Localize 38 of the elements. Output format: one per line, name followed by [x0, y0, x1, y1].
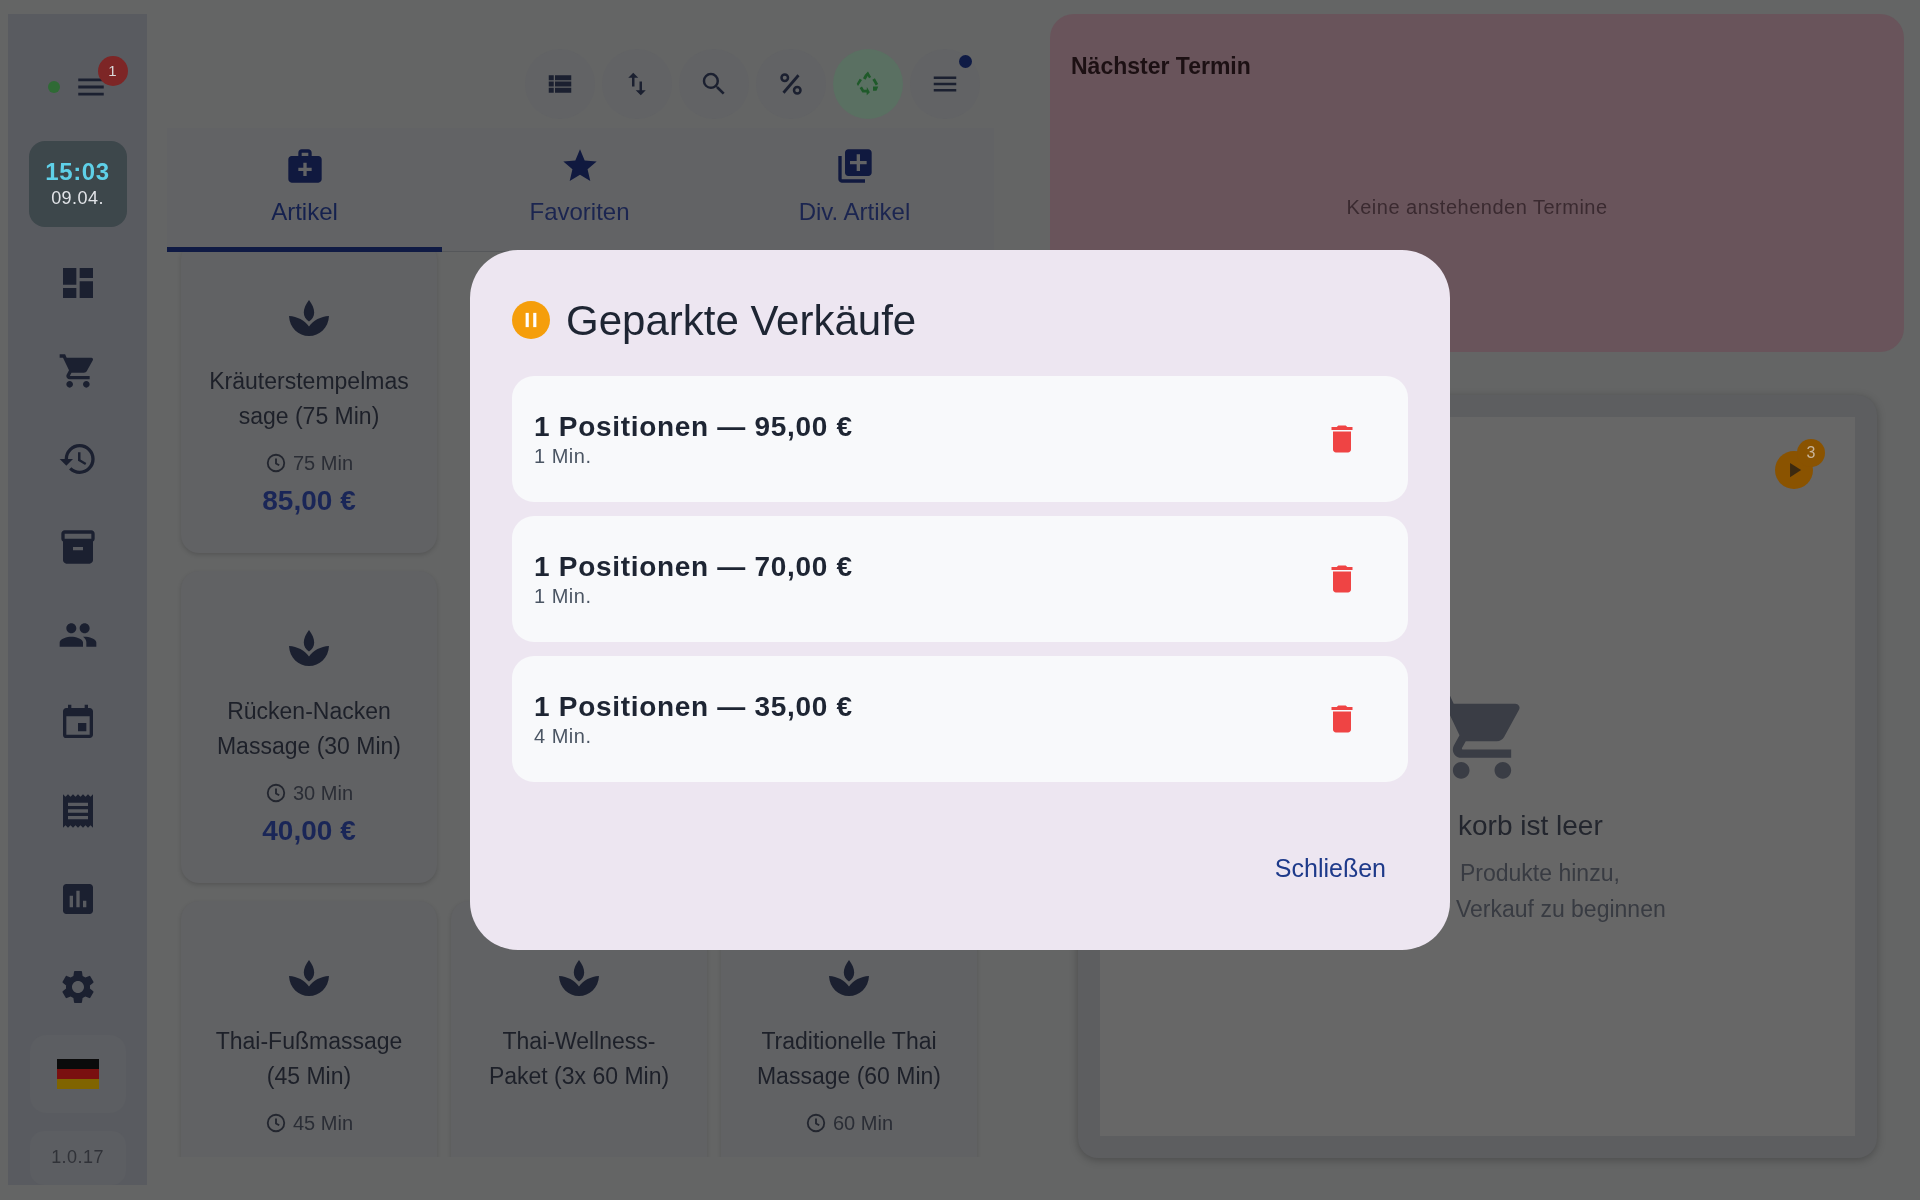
parked-sale-row[interactable]: 1 Positionen — 35,00 € 4 Min. [512, 656, 1408, 782]
product-duration: 30 Min [293, 781, 353, 806]
count-badge: 3 [1797, 439, 1825, 467]
sale-age: 1 Min. [534, 584, 593, 608]
product-name: Rücken-Nacken Massage (30 Min) [215, 697, 403, 761]
product-card[interactable]: Rücken-Nacken Massage (30 Min) 30 Min 40,00 € [181, 571, 437, 883]
product-price: 85,00 € [262, 484, 356, 518]
tab[interactable]: Div. Artikel [717, 128, 992, 252]
clock-time: 15:03 [45, 157, 110, 186]
product-name: Thai-Fußmassage (45 Min) [214, 1027, 404, 1091]
clock-date: 09.04. [51, 186, 104, 210]
flag-icon [56, 1058, 99, 1089]
empty-cart-title: korb ist leer [1458, 809, 1603, 843]
product-duration: 60 Min [833, 1111, 893, 1136]
clock-icon [265, 1112, 287, 1134]
sale-age: 1 Min. [534, 444, 593, 468]
notification-badge: 1 [97, 56, 128, 86]
sale-summary: 1 Positionen — 35,00 € [534, 690, 854, 724]
panel-title: Nächster Termin [1071, 52, 1251, 80]
clock-icon [805, 1112, 827, 1134]
dialog-title: Geparkte Verkäufe [566, 295, 917, 346]
sale-summary: 1 Positionen — 95,00 € [534, 410, 854, 444]
sale-age: 4 Min. [534, 724, 593, 748]
parked-sale-row[interactable]: 1 Positionen — 70,00 € 1 Min. [512, 516, 1408, 642]
pause-icon [512, 301, 550, 339]
product-name: Thai-Wellness-Paket (3x 60 Min) [487, 1027, 671, 1091]
product-price: 40,00 € [262, 814, 356, 848]
parked-sale-row[interactable]: 1 Positionen — 95,00 € 1 Min. [512, 376, 1408, 502]
product-card[interactable]: Kräuterstempelmassage (75 Min) 75 Min 85,00 € [181, 252, 437, 553]
parked-sales-button[interactable]: 3 [1775, 439, 1825, 489]
close-button[interactable]: Schließen [1262, 844, 1398, 894]
product-name: Kräuterstempelmassage (75 Min) [208, 367, 410, 431]
product-duration: 75 Min [293, 451, 353, 476]
tab[interactable]: Favoriten [442, 128, 717, 252]
product-name: Traditionelle Thai Massage (60 Min) [755, 1027, 943, 1091]
clock-icon [265, 452, 287, 474]
clock-icon [265, 782, 287, 804]
sale-summary: 1 Positionen — 70,00 € [534, 550, 854, 584]
